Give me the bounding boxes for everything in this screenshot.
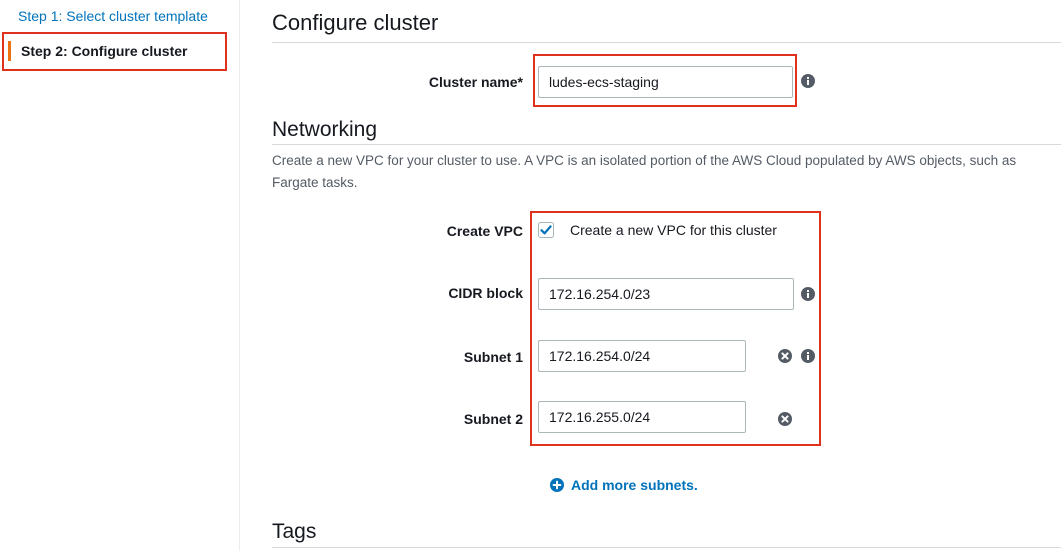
tags-heading: Tags: [272, 520, 317, 543]
add-more-subnets-label: Add more subnets.: [571, 477, 698, 493]
step2-highlight-box: [2, 32, 227, 71]
tags-divider: [272, 547, 1061, 548]
page-title: Configure cluster: [272, 10, 439, 35]
networking-divider: [272, 144, 1061, 145]
networking-highlight-box: [530, 211, 821, 446]
plus-circle-icon: [550, 478, 564, 492]
cluster-name-label: Cluster name*: [428, 74, 523, 90]
sidebar-step-1-link[interactable]: Step 1: Select cluster template: [18, 8, 208, 24]
subnet-1-label: Subnet 1: [463, 349, 523, 365]
add-more-subnets-link[interactable]: Add more subnets.: [550, 477, 698, 493]
wizard-sidebar: Step 1: Select cluster template Step 2: …: [0, 0, 240, 551]
networking-heading: Networking: [272, 118, 378, 141]
cluster-name-highlight-box: [533, 54, 797, 107]
networking-description: Create a new VPC for your cluster to use…: [272, 153, 1017, 190]
cidr-block-label: CIDR block: [448, 285, 523, 301]
create-vpc-label: Create VPC: [446, 223, 523, 239]
subnet-2-label: Subnet 2: [463, 411, 523, 427]
cluster-name-info-icon[interactable]: [801, 74, 815, 88]
title-divider: [272, 42, 1061, 43]
